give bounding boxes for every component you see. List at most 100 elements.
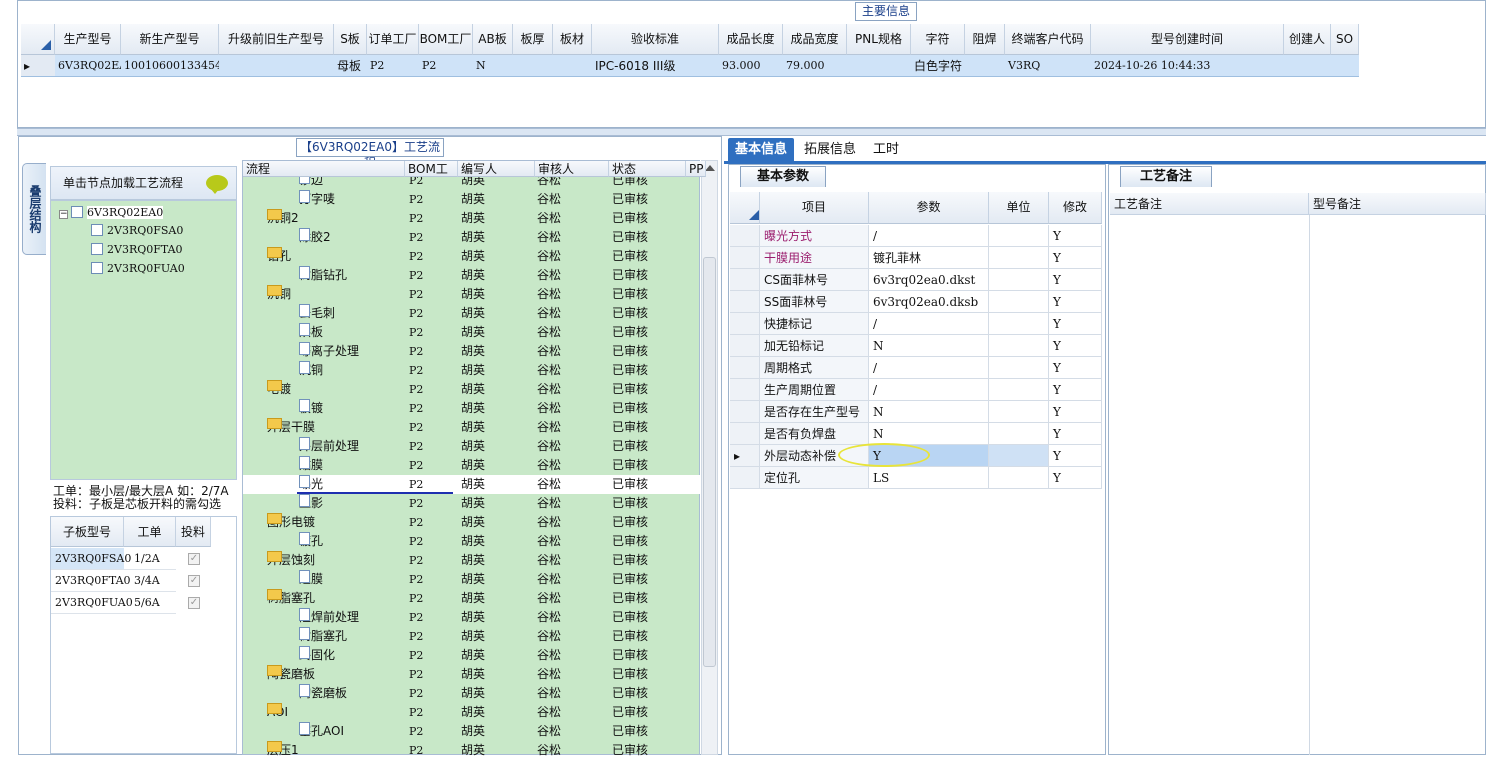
- param-modify[interactable]: Y: [1049, 269, 1102, 291]
- tab-basic-info[interactable]: 基本信息: [728, 138, 794, 162]
- stackup-tree[interactable]: − 6V3RQ02EA0 2V3RQ0FSA0 2V3RQ0FTA0 2V3RQ0FUA…: [50, 200, 237, 480]
- flow-step[interactable]: 退膜: [299, 570, 323, 589]
- params-col-header[interactable]: 参数: [869, 192, 989, 224]
- flow-col-header[interactable]: 审核人: [535, 161, 609, 177]
- main-col-header[interactable]: 终端客户代码: [1005, 24, 1091, 55]
- flow-step[interactable]: 贴膜: [299, 456, 323, 475]
- main-cell[interactable]: 10010600133454: [121, 55, 219, 77]
- param-unit[interactable]: [989, 291, 1049, 313]
- flow-row[interactable]: 打字唛 P2 胡英 谷松 已审核: [243, 190, 701, 209]
- flow-scrollbar[interactable]: [701, 160, 718, 755]
- flow-row[interactable]: 贴膜 P2 胡英 谷松 已审核: [243, 456, 701, 475]
- params-col-header[interactable]: 单位: [989, 192, 1049, 224]
- param-modify[interactable]: Y: [1049, 445, 1102, 467]
- flow-step[interactable]: 去毛刺: [299, 304, 335, 323]
- flow-row[interactable]: 去毛刺 P2 胡英 谷松 已审核: [243, 304, 701, 323]
- main-cell[interactable]: 母板: [334, 55, 367, 77]
- main-cell[interactable]: 79.000: [783, 55, 847, 77]
- param-value[interactable]: 6v3rq02ea0.dkst: [869, 269, 989, 291]
- flow-step[interactable]: 板镀: [299, 399, 323, 418]
- param-item[interactable]: 周期格式: [760, 357, 869, 379]
- main-cell[interactable]: 白色字符: [911, 55, 965, 77]
- param-item[interactable]: 是否存在生产型号: [760, 401, 869, 423]
- flow-row[interactable]: −AOI P2 胡英 谷松 已审核: [243, 703, 701, 722]
- main-col-header[interactable]: 成品宽度: [783, 24, 847, 55]
- main-col-header[interactable]: BOM工厂: [419, 24, 473, 55]
- flow-row[interactable]: −沉铜 P2 胡英 谷松 已审核: [243, 285, 701, 304]
- flow-row[interactable]: −钻孔 P2 胡英 谷松 已审核: [243, 247, 701, 266]
- main-cell[interactable]: IPC-6018 III级: [592, 55, 719, 77]
- flow-grid[interactable]: 流程BOM工厂编写人审核人状态PP锣边P2胡英谷松已审核打字唛P2胡英谷松已审核…: [242, 160, 706, 757]
- tab-basic-params[interactable]: 基本参数: [740, 166, 826, 187]
- main-cell[interactable]: P2: [419, 55, 473, 77]
- flow-row[interactable]: −外层干膜 P2 胡英 谷松 已审核: [243, 418, 701, 437]
- flow-step[interactable]: −电镀: [267, 380, 291, 399]
- subboard-order[interactable]: 3/4A: [124, 570, 176, 592]
- flow-col-header[interactable]: 流程: [243, 161, 405, 177]
- flow-step[interactable]: −钻孔: [267, 247, 291, 266]
- param-modify[interactable]: Y: [1049, 357, 1102, 379]
- main-cell[interactable]: 93.000: [719, 55, 783, 77]
- tab-work-hours[interactable]: 工时: [864, 138, 908, 162]
- param-item[interactable]: 快捷标记: [760, 313, 869, 335]
- flow-step[interactable]: 阻焊前处理: [299, 608, 359, 627]
- param-value[interactable]: LS: [869, 467, 989, 489]
- param-modify[interactable]: Y: [1049, 467, 1102, 489]
- param-modify[interactable]: Y: [1049, 401, 1102, 423]
- flow-col-header[interactable]: PP: [686, 161, 706, 177]
- main-cell[interactable]: [219, 55, 334, 77]
- flow-row[interactable]: −沉铜2 P2 胡英 谷松 已审核: [243, 209, 701, 228]
- main-col-header[interactable]: 生产型号: [55, 24, 121, 55]
- param-modify[interactable]: Y: [1049, 379, 1102, 401]
- horizontal-splitter[interactable]: [17, 128, 1486, 136]
- param-modify[interactable]: Y: [1049, 313, 1102, 335]
- main-col-header[interactable]: 新生产型号: [121, 24, 219, 55]
- collapse-icon[interactable]: −: [59, 210, 68, 219]
- flow-row[interactable]: 树脂钻孔 P2 胡英 谷松 已审核: [243, 266, 701, 285]
- main-col-header[interactable]: 成品长度: [719, 24, 783, 55]
- tree-node-child[interactable]: 2V3RQ0FUA0: [91, 261, 185, 277]
- param-modify[interactable]: Y: [1049, 291, 1102, 313]
- main-cell[interactable]: 2024-10-26 10:44:33: [1091, 55, 1284, 77]
- feed-checkbox[interactable]: ✓: [188, 597, 200, 609]
- main-cell[interactable]: P2: [367, 55, 419, 77]
- subboard-model[interactable]: 2V3RQ0FUA0: [51, 592, 133, 614]
- param-modify[interactable]: Y: [1049, 423, 1102, 445]
- main-col-header[interactable]: S板: [334, 24, 367, 55]
- flow-row[interactable]: 外层前处理 P2 胡英 谷松 已审核: [243, 437, 701, 456]
- param-value[interactable]: /: [869, 379, 989, 401]
- flow-row[interactable]: −电镀 P2 胡英 谷松 已审核: [243, 380, 701, 399]
- param-item[interactable]: 加无铅标记: [760, 335, 869, 357]
- flow-step[interactable]: 陶瓷磨板: [299, 684, 347, 703]
- subboard-order[interactable]: 1/2A: [124, 548, 176, 570]
- flow-step[interactable]: 显影: [299, 494, 323, 513]
- param-unit[interactable]: [989, 379, 1049, 401]
- param-modify[interactable]: Y: [1049, 247, 1102, 269]
- main-col-header[interactable]: 创建人: [1284, 24, 1331, 55]
- flow-row[interactable]: 曝光 P2 胡英 谷松 已审核: [243, 475, 701, 494]
- flow-step[interactable]: −层压1: [267, 741, 299, 760]
- param-unit[interactable]: [989, 357, 1049, 379]
- flow-row[interactable]: −树脂塞孔 P2 胡英 谷松 已审核: [243, 589, 701, 608]
- main-col-header[interactable]: 板厚: [513, 24, 553, 55]
- main-cell[interactable]: [553, 55, 592, 77]
- param-unit[interactable]: [989, 401, 1049, 423]
- comment-bubble-icon[interactable]: [206, 175, 228, 194]
- param-unit[interactable]: [989, 423, 1049, 445]
- param-modify[interactable]: Y: [1049, 335, 1102, 357]
- param-value[interactable]: N: [869, 335, 989, 357]
- flow-step[interactable]: 打字唛: [299, 190, 335, 209]
- main-info-grid[interactable]: 生产型号 新生产型号 升级前旧生产型号 S板 订单工厂 BOM工厂 AB板 板厚 板材 验收标准成…: [21, 24, 1486, 128]
- flow-row[interactable]: 塞孔AOI P2 胡英 谷松 已审核: [243, 722, 701, 741]
- flow-step[interactable]: 终固化: [299, 646, 335, 665]
- subboard-col-header[interactable]: 工单: [124, 517, 176, 547]
- memo-col-header[interactable]: 型号备注: [1309, 193, 1486, 215]
- flow-row[interactable]: 陶瓷磨板 P2 胡英 谷松 已审核: [243, 684, 701, 703]
- flow-row[interactable]: 树脂塞孔 P2 胡英 谷松 已审核: [243, 627, 701, 646]
- main-col-header[interactable]: 板材: [553, 24, 592, 55]
- subboard-grid[interactable]: 子板型号 工单 投料 2V3RQ0FSA0 1/2A ✓ 2V3RQ0FTA0 3/4A ✓ 2V…: [50, 516, 237, 754]
- param-unit[interactable]: [989, 225, 1049, 247]
- param-unit[interactable]: [989, 445, 1049, 467]
- param-value[interactable]: N: [869, 423, 989, 445]
- flow-step[interactable]: −AOI: [267, 703, 288, 722]
